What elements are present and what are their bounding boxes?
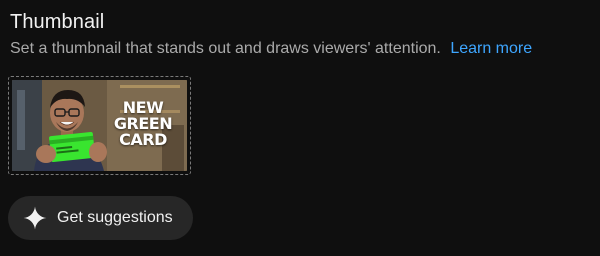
thumbnail-section: Thumbnail Set a thumbnail that stands ou… xyxy=(0,0,600,256)
description-text: Set a thumbnail that stands out and draw… xyxy=(10,40,441,57)
thumbnail-selector[interactable]: NEW GREEN CARD xyxy=(8,76,191,175)
get-suggestions-label: Get suggestions xyxy=(57,209,173,226)
section-description: Set a thumbnail that stands out and draw… xyxy=(10,39,532,59)
section-title: Thumbnail xyxy=(10,11,105,33)
thumbnail-overlay-text: NEW GREEN CARD xyxy=(107,100,179,148)
learn-more-link[interactable]: Learn more xyxy=(450,40,532,57)
sparkle-icon xyxy=(23,206,47,230)
overlay-line-3: CARD xyxy=(119,130,167,149)
thumbnail-image: NEW GREEN CARD xyxy=(12,80,187,171)
get-suggestions-button[interactable]: Get suggestions xyxy=(8,196,193,240)
